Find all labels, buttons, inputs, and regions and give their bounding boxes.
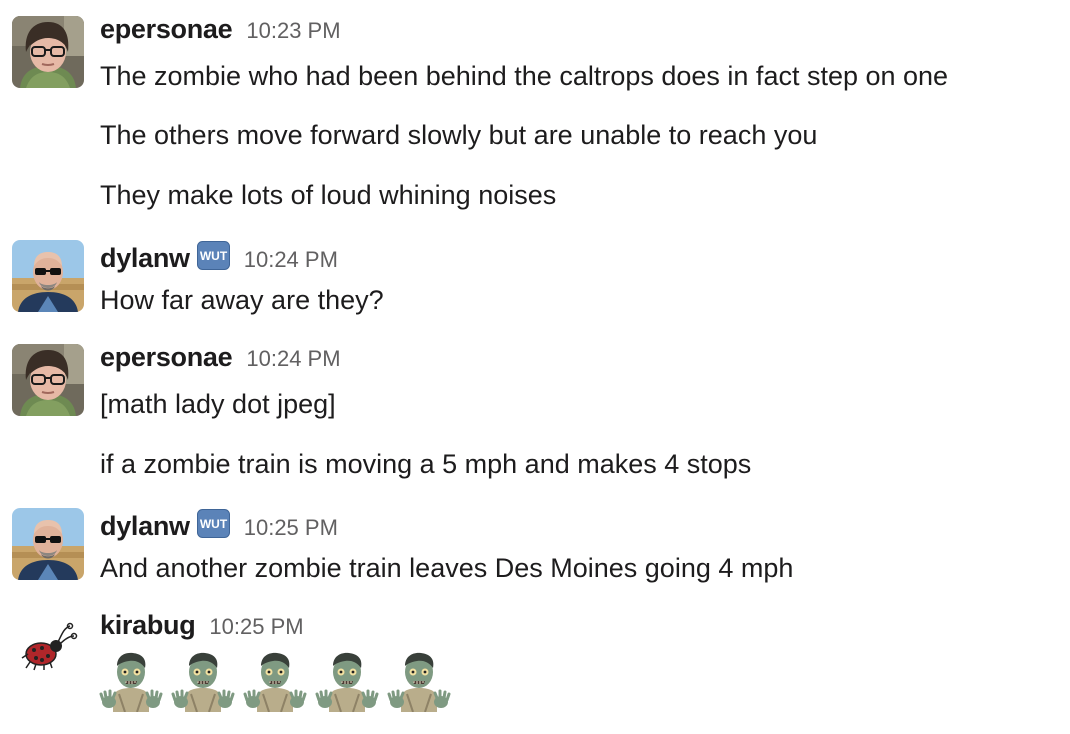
username[interactable]: kirabug: [100, 610, 196, 641]
timestamp[interactable]: 10:23 PM: [246, 18, 340, 44]
timestamp[interactable]: 10:24 PM: [244, 247, 338, 273]
message-text: if a zombie train is moving a 5 mph and …: [100, 449, 752, 479]
avatar[interactable]: [12, 240, 84, 312]
timestamp[interactable]: 10:25 PM: [244, 515, 338, 541]
zombie-emoji-icon: [243, 648, 307, 712]
message-text: The others move forward slowly but are u…: [100, 120, 818, 150]
message-text: How far away are they?: [100, 285, 384, 315]
zombie-emoji-icon: [315, 648, 379, 712]
message-text: The zombie who had been behind the caltr…: [100, 61, 949, 91]
timestamp[interactable]: 10:25 PM: [209, 614, 303, 640]
ladybug-avatar-icon: [12, 612, 84, 684]
message-text: They make lots of loud whining noises: [100, 180, 557, 210]
avatar[interactable]: [12, 612, 84, 684]
username[interactable]: epersonae: [100, 14, 233, 45]
wut-status-icon[interactable]: [197, 509, 230, 538]
avatar[interactable]: [12, 344, 84, 416]
username[interactable]: dylanw: [100, 511, 190, 542]
timestamp[interactable]: 10:24 PM: [246, 346, 340, 372]
bald-man-sunglasses-avatar-icon: [12, 508, 84, 580]
message-text: [math lady dot jpeg]: [100, 389, 336, 419]
zombie-emoji-icon: [99, 648, 163, 712]
avatar[interactable]: [12, 16, 84, 88]
username[interactable]: dylanw: [100, 243, 190, 274]
zombie-emoji-icon: [387, 648, 451, 712]
zombie-emoji-icon: [171, 648, 235, 712]
wut-status-icon[interactable]: [197, 241, 230, 270]
username[interactable]: epersonae: [100, 342, 233, 373]
bald-man-sunglasses-avatar-icon: [12, 240, 84, 312]
message-text: And another zombie train leaves Des Moin…: [100, 553, 794, 583]
woman-with-glasses-avatar-icon: [12, 16, 84, 88]
emoji-row: [99, 648, 451, 712]
avatar[interactable]: [12, 508, 84, 580]
woman-with-glasses-avatar-icon: [12, 344, 84, 416]
